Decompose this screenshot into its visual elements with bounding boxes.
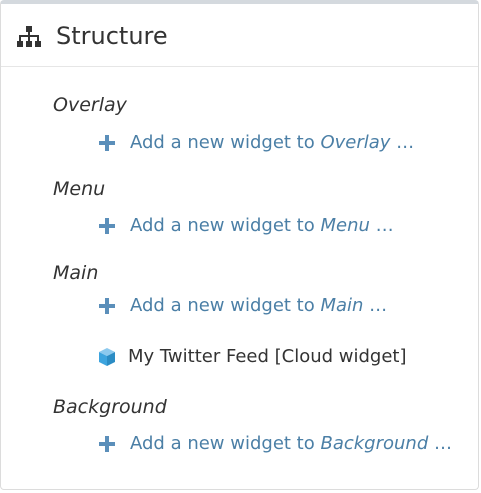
- sitemap-icon: [17, 26, 41, 47]
- plus-icon: [99, 218, 115, 234]
- panel-title: Structure: [56, 22, 168, 50]
- add-widget-link[interactable]: Add a new widget to Menu …: [130, 213, 394, 239]
- widget-label: My Twitter Feed [Cloud widget]: [128, 346, 407, 367]
- add-widget-link[interactable]: Add a new widget to Overlay …: [130, 130, 414, 156]
- add-widget-prefix: Add a new widget to: [130, 295, 321, 316]
- section-title-overlay: Overlay: [53, 94, 127, 116]
- add-widget-ellipsis: …: [390, 132, 415, 153]
- add-widget-link[interactable]: Add a new widget to Main …: [130, 293, 387, 319]
- add-widget-target: Background: [320, 433, 429, 454]
- add-widget-ellipsis: …: [428, 433, 452, 454]
- add-widget-overlay[interactable]: Add a new widget to Overlay …: [99, 130, 414, 156]
- add-widget-main[interactable]: Add a new widget to Main …: [99, 293, 387, 319]
- section-title-main: Main: [53, 262, 99, 284]
- add-widget-prefix: Add a new widget to: [130, 132, 321, 153]
- add-widget-prefix: Add a new widget to: [130, 433, 321, 454]
- add-widget-link[interactable]: Add a new widget to Background …: [130, 431, 452, 457]
- plus-icon: [99, 436, 115, 452]
- add-widget-background[interactable]: Add a new widget to Background …: [99, 431, 452, 457]
- cube-icon: [99, 348, 115, 366]
- panel-header: Structure: [1, 4, 478, 67]
- add-widget-target: Menu: [320, 215, 370, 236]
- add-widget-ellipsis: …: [369, 215, 394, 236]
- structure-panel: Structure Overlay Add a new widget to Ov…: [0, 0, 479, 490]
- add-widget-ellipsis: …: [363, 295, 388, 316]
- add-widget-target: Overlay: [320, 132, 391, 153]
- section-title-background: Background: [53, 396, 167, 418]
- section-title-menu: Menu: [53, 178, 106, 200]
- add-widget-menu[interactable]: Add a new widget to Menu …: [99, 213, 394, 239]
- add-widget-target: Main: [320, 295, 364, 316]
- plus-icon: [99, 135, 115, 151]
- plus-icon: [99, 298, 115, 314]
- widget-item-twitter-feed[interactable]: My Twitter Feed [Cloud widget]: [99, 344, 407, 370]
- add-widget-prefix: Add a new widget to: [130, 215, 321, 236]
